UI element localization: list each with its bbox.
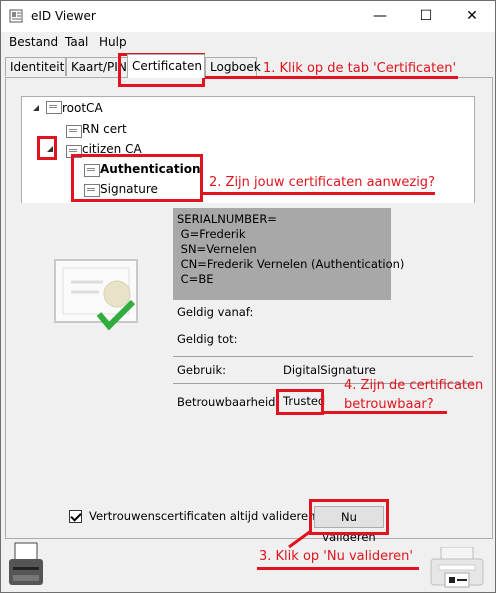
card-reader-icon[interactable]	[7, 541, 45, 591]
maximize-button[interactable]: ☐	[403, 1, 449, 32]
print-icon[interactable]	[429, 547, 485, 591]
certificate-icon	[54, 259, 138, 331]
tab-identiteit[interactable]: Identiteit	[5, 57, 66, 76]
subject-line: C=BE	[177, 272, 214, 286]
app-window: eID Viewer — ☐ ✕ Bestand Taal Hulp Ident…	[0, 0, 496, 593]
annotation-line	[205, 76, 458, 79]
window-title: eID Viewer	[31, 9, 96, 23]
menu-taal[interactable]: Taal	[65, 35, 88, 49]
expand-root-icon[interactable]	[32, 104, 40, 112]
title-bar: eID Viewer — ☐ ✕	[1, 1, 495, 32]
annotation-step2: 2. Zijn jouw certificaten aanwezig?	[209, 175, 435, 190]
annotation-step1: 1. Klik op de tab 'Certificaten'	[263, 61, 457, 76]
rn-cert-icon	[66, 125, 82, 138]
subject-line: G=Frederik	[177, 227, 246, 241]
annotation-pointer	[288, 529, 312, 549]
usage-label: Gebruik:	[177, 363, 227, 377]
subject-line: SN=Vernelen	[177, 242, 257, 256]
annotation-step4-line2: betrouwbaar?	[344, 397, 434, 412]
highlight-certificates	[71, 154, 203, 202]
highlight-validate	[309, 499, 389, 535]
highlight-expand	[37, 136, 57, 160]
valid-from-label: Geldig vanaf:	[177, 305, 254, 319]
annotation-step3: 3. Klik op 'Nu valideren'	[259, 549, 413, 564]
close-button[interactable]: ✕	[449, 1, 495, 32]
tab-certificaten[interactable]: Certificaten	[127, 54, 205, 78]
menu-hulp[interactable]: Hulp	[99, 35, 127, 49]
usage-value: DigitalSignature	[283, 363, 376, 377]
root-cert-icon	[46, 101, 62, 114]
subject-line: SERIALNUMBER=	[177, 212, 277, 226]
minimize-button[interactable]: —	[357, 1, 403, 32]
always-validate-checkbox[interactable]	[69, 510, 82, 523]
menu-bar: Bestand Taal Hulp	[1, 32, 495, 52]
always-validate-label: Vertrouwenscertificaten altijd valideren	[89, 509, 316, 523]
highlight-trusted	[276, 389, 324, 415]
annotation-step4-line1: 4. Zijn de certificaten	[344, 378, 484, 393]
menu-bestand[interactable]: Bestand	[9, 35, 58, 49]
valid-to-label: Geldig tot:	[177, 332, 238, 346]
app-icon	[9, 9, 23, 23]
trust-label: Betrouwbaarheid:	[177, 395, 280, 409]
separator	[173, 356, 473, 357]
tree-item-rootca[interactable]: rootCA	[62, 99, 103, 117]
subject-box: SERIALNUMBER= G=Frederik SN=Vernelen CN=…	[173, 208, 405, 300]
annotation-line	[257, 567, 419, 570]
tree-item-rn-cert[interactable]: RN cert	[82, 120, 127, 138]
subject-line: CN=Frederik Vernelen (Authentication)	[177, 257, 405, 271]
annotation-line	[203, 192, 435, 195]
tab-logboek[interactable]: Logboek	[205, 57, 261, 76]
